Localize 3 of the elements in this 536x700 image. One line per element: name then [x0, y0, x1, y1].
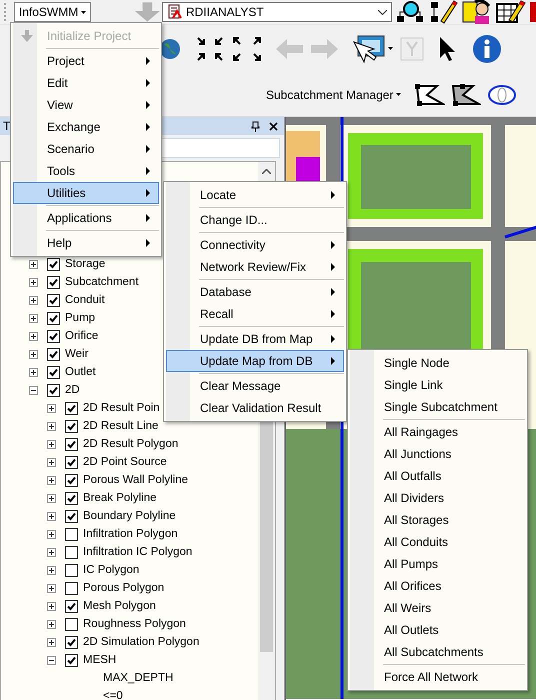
- panel-title: T: [3, 119, 10, 133]
- legend-label: <=0: [102, 690, 123, 700]
- legend-label: MAX_DEPTH: [102, 672, 174, 684]
